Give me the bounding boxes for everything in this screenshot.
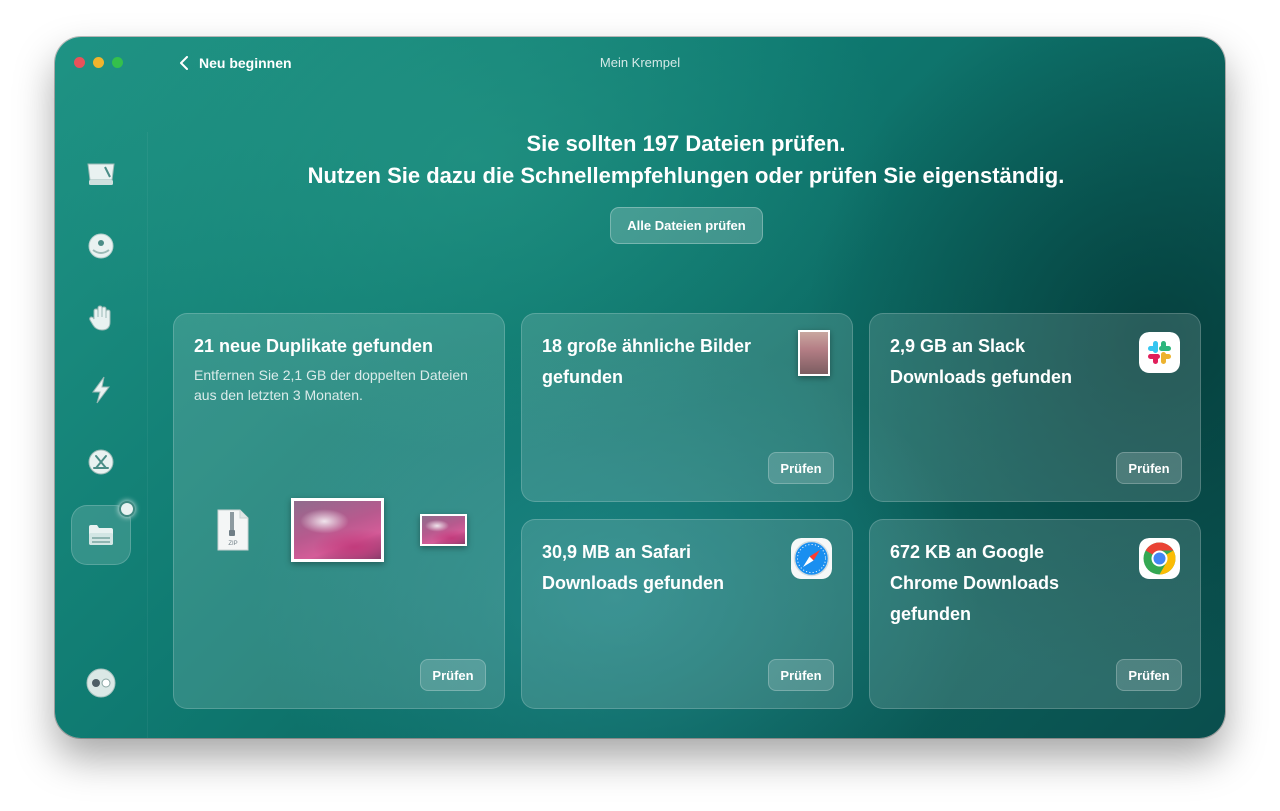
hand-icon: [89, 305, 111, 331]
photo-image: [800, 332, 828, 374]
duplicates-card[interactable]: 21 neue Duplikate gefunden Entfernen Sie…: [173, 313, 505, 709]
card-title: 30,9 MB an Safari Downloads gefunden: [542, 537, 724, 599]
review-button[interactable]: Prüfen: [420, 659, 486, 691]
headline-line-1: Sie sollten 197 Dateien prüfen.: [526, 131, 846, 156]
card-title-line: Chrome Downloads: [890, 573, 1060, 593]
folder-icon: [89, 525, 113, 545]
review-all-files-button[interactable]: Alle Dateien prüfen: [610, 207, 763, 244]
review-button[interactable]: Prüfen: [1116, 659, 1182, 691]
zip-file-icon: ZIP: [217, 509, 249, 551]
photo-image: [294, 501, 381, 559]
photo-image: [422, 516, 465, 544]
review-button[interactable]: Prüfen: [768, 659, 834, 691]
card-title-line: 30,9 MB an Safari: [542, 542, 692, 562]
sidebar: [55, 132, 148, 738]
card-title: 2,9 GB an Slack Downloads gefunden: [890, 331, 1072, 393]
safari-downloads-card[interactable]: 30,9 MB an Safari Downloads gefunden Prü…: [521, 519, 853, 709]
card-title-line: gefunden: [890, 604, 971, 624]
window-title: Mein Krempel: [599, 55, 681, 70]
card-title-line: gefunden: [542, 367, 623, 387]
sidebar-item-my-clutter[interactable]: [71, 501, 135, 565]
chrome-downloads-card[interactable]: 672 KB an Google Chrome Downloads gefund…: [869, 519, 1201, 709]
active-indicator: [119, 501, 135, 517]
card-title: 18 große ähnliche Bilder gefunden: [542, 331, 751, 393]
review-button[interactable]: Prüfen: [768, 452, 834, 484]
sidebar-item-protection[interactable]: [71, 216, 131, 276]
slack-downloads-card[interactable]: 2,9 GB an Slack Downloads gefunden Prüfe…: [869, 313, 1201, 502]
sidebar-item-privacy[interactable]: [71, 288, 131, 348]
card-title-line: 18 große ähnliche Bilder: [542, 336, 752, 356]
card-subtitle: Entfernen Sie 2,1 GB der doppelten Datei…: [194, 367, 468, 403]
headline: Sie sollten 197 Dateien prüfen. Nutzen S…: [147, 128, 1225, 192]
lightning-icon: [92, 376, 110, 404]
zip-label: ZIP: [228, 541, 237, 547]
safari-icon: [791, 538, 832, 579]
chrome-icon: [1139, 538, 1180, 579]
duplicate-image-thumbnail-small: [420, 514, 467, 546]
card-title: 672 KB an Google Chrome Downloads gefund…: [890, 537, 1059, 630]
card-title-line: 672 KB an Google: [890, 542, 1045, 562]
assistant-icon: [86, 668, 116, 698]
photo-thumbnail-icon: [798, 330, 830, 376]
disk-icon: [87, 163, 115, 185]
app-store-icon: [88, 449, 114, 475]
slack-icon: [1139, 332, 1180, 373]
sidebar-assistant[interactable]: [71, 653, 131, 713]
sidebar-item-cleanup[interactable]: [71, 144, 131, 204]
card-title-line: Downloads gefunden: [542, 573, 724, 593]
sidebar-item-applications[interactable]: [71, 432, 131, 492]
headline-line-2: Nutzen Sie dazu die Schnellempfehlungen …: [307, 163, 1065, 188]
shield-icon: [88, 233, 114, 259]
sidebar-item-speed[interactable]: [71, 360, 131, 420]
app-window: Neu beginnen Mein Krempel Sie sollten 19…: [55, 37, 1225, 738]
similar-images-card[interactable]: 18 große ähnliche Bilder gefunden Prüfen: [521, 313, 853, 502]
card-title-line: 2,9 GB an Slack: [890, 336, 1026, 356]
duplicate-image-thumbnail-large: [291, 498, 384, 562]
card-title-line: Downloads gefunden: [890, 367, 1072, 387]
card-title: 21 neue Duplikate gefunden: [194, 336, 434, 356]
review-button[interactable]: Prüfen: [1116, 452, 1182, 484]
